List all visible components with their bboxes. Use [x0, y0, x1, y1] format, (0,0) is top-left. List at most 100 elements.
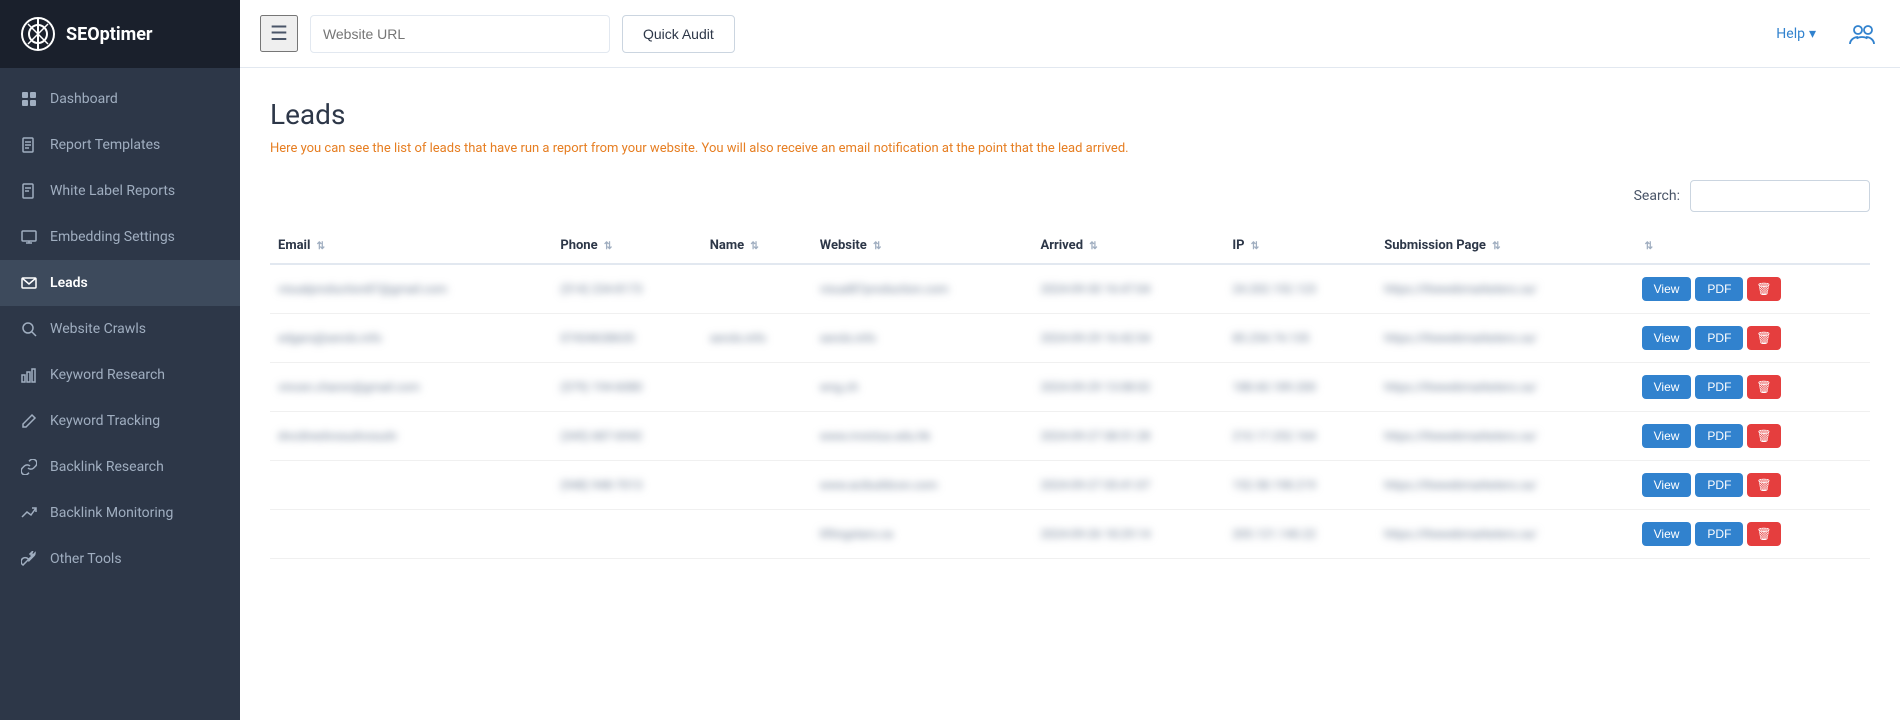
- pdf-button[interactable]: PDF: [1695, 522, 1743, 546]
- sidebar-item-embedding-settings[interactable]: Embedding Settings: [0, 214, 240, 260]
- table-row: dncdinedvosudvosudv(345) 687-6942www.mvi…: [270, 412, 1870, 461]
- cell-submission_page: https://thewebmarketers.ca/: [1376, 363, 1633, 412]
- col-ip[interactable]: IP ⇅: [1224, 228, 1376, 264]
- pdf-button[interactable]: PDF: [1695, 326, 1743, 350]
- sidebar-item-backlink-monitoring[interactable]: Backlink Monitoring: [0, 490, 240, 536]
- delete-button[interactable]: 🗑: [1747, 326, 1780, 350]
- sidebar-item-dashboard[interactable]: Dashboard: [0, 76, 240, 122]
- col-phone[interactable]: Phone ⇅: [552, 228, 701, 264]
- pdf-button[interactable]: PDF: [1695, 424, 1743, 448]
- url-input[interactable]: [310, 15, 610, 53]
- cell-website: visual87production.com: [812, 264, 1033, 314]
- delete-button[interactable]: 🗑: [1747, 424, 1780, 448]
- pdf-button[interactable]: PDF: [1695, 375, 1743, 399]
- sidebar-item-label: Report Templates: [50, 137, 160, 153]
- search-row: Search:: [270, 180, 1870, 212]
- cell-phone: (345) 687-6942: [552, 412, 701, 461]
- view-button[interactable]: View: [1642, 277, 1692, 301]
- grid-icon: [20, 90, 38, 108]
- sidebar-item-label: Website Crawls: [50, 321, 146, 337]
- sidebar-item-website-crawls[interactable]: Website Crawls: [0, 306, 240, 352]
- cell-actions: View PDF 🗑: [1634, 264, 1870, 314]
- monitor-icon: [20, 228, 38, 246]
- table-row: visualproduction87@gmail.com(514) 234-81…: [270, 264, 1870, 314]
- edit-icon: [20, 412, 38, 430]
- sidebar-item-backlink-research[interactable]: Backlink Research: [0, 444, 240, 490]
- cell-arrived: 2024-09-29 16:42:54: [1032, 314, 1224, 363]
- main-area: ☰ Quick Audit Help ▾ Leads Here you can …: [240, 0, 1900, 720]
- sort-icon-email: ⇅: [317, 241, 325, 252]
- view-button[interactable]: View: [1642, 473, 1692, 497]
- cell-ip: 24.202.152.123: [1224, 264, 1376, 314]
- leads-table: Email ⇅ Phone ⇅ Name ⇅ Website ⇅ Arrived…: [270, 228, 1870, 559]
- cell-name: serols.info: [702, 314, 812, 363]
- sidebar-logo: SEOptimer: [0, 0, 240, 68]
- cell-arrived: 2024-09-29 13:08:02: [1032, 363, 1224, 412]
- col-email[interactable]: Email ⇅: [270, 228, 552, 264]
- file-icon: [20, 182, 38, 200]
- sidebar-item-label: Embedding Settings: [50, 229, 175, 245]
- cell-arrived: 2024-09-26 18:29:14: [1032, 510, 1224, 559]
- search-icon: [20, 320, 38, 338]
- sidebar: SEOptimer Dashboard Report Templates Whi…: [0, 0, 240, 720]
- cell-website: liftingstars.ca: [812, 510, 1033, 559]
- cell-submission_page: https://thewebmarketers.ca/: [1376, 314, 1633, 363]
- sidebar-item-white-label-reports[interactable]: White Label Reports: [0, 168, 240, 214]
- cell-phone: [552, 510, 701, 559]
- delete-button[interactable]: 🗑: [1747, 522, 1780, 546]
- cell-website: www.acibuildcon.com: [812, 461, 1033, 510]
- cell-name: [702, 363, 812, 412]
- cell-email: [270, 510, 552, 559]
- bar-chart-icon: [20, 366, 38, 384]
- action-buttons: View PDF 🗑: [1642, 375, 1862, 399]
- sidebar-item-label: Backlink Monitoring: [50, 505, 173, 521]
- pdf-button[interactable]: PDF: [1695, 473, 1743, 497]
- search-input[interactable]: [1690, 180, 1870, 212]
- file-text-icon: [20, 136, 38, 154]
- cell-ip: 85.254.74.135: [1224, 314, 1376, 363]
- sidebar-item-report-templates[interactable]: Report Templates: [0, 122, 240, 168]
- seoptimer-logo-icon: [20, 16, 56, 52]
- cell-website: www.mvictus.edu.hk: [812, 412, 1033, 461]
- quick-audit-button[interactable]: Quick Audit: [622, 15, 735, 53]
- hamburger-button[interactable]: ☰: [260, 15, 298, 52]
- pdf-button[interactable]: PDF: [1695, 277, 1743, 301]
- view-button[interactable]: View: [1642, 375, 1692, 399]
- sidebar-item-keyword-tracking[interactable]: Keyword Tracking: [0, 398, 240, 444]
- help-button[interactable]: Help ▾: [1776, 26, 1816, 42]
- cell-phone: 07434638635: [552, 314, 701, 363]
- delete-button[interactable]: 🗑: [1747, 473, 1780, 497]
- cell-actions: View PDF 🗑: [1634, 461, 1870, 510]
- sidebar-item-label: Keyword Tracking: [50, 413, 160, 429]
- view-button[interactable]: View: [1642, 326, 1692, 350]
- action-buttons: View PDF 🗑: [1642, 473, 1862, 497]
- sort-icon-submission: ⇅: [1492, 241, 1500, 252]
- col-name[interactable]: Name ⇅: [702, 228, 812, 264]
- cell-submission_page: https://thewebmarketers.ca/: [1376, 412, 1633, 461]
- action-buttons: View PDF 🗑: [1642, 522, 1862, 546]
- view-button[interactable]: View: [1642, 424, 1692, 448]
- sort-icon-website: ⇅: [873, 241, 881, 252]
- sidebar-item-keyword-research[interactable]: Keyword Research: [0, 352, 240, 398]
- col-submission-page[interactable]: Submission Page ⇅: [1376, 228, 1633, 264]
- trending-up-icon: [20, 504, 38, 522]
- cell-name: [702, 510, 812, 559]
- cell-ip: 205.121.140.22: [1224, 510, 1376, 559]
- delete-button[interactable]: 🗑: [1747, 277, 1780, 301]
- action-buttons: View PDF 🗑: [1642, 277, 1862, 301]
- cell-arrived: 2024-09-27 05:41:07: [1032, 461, 1224, 510]
- cell-submission_page: https://thewebmarketers.ca/: [1376, 264, 1633, 314]
- sidebar-item-label: Other Tools: [50, 551, 122, 567]
- delete-button[interactable]: 🗑: [1747, 375, 1780, 399]
- tool-icon: [20, 550, 38, 568]
- sidebar-item-leads[interactable]: Leads: [0, 260, 240, 306]
- col-website[interactable]: Website ⇅: [812, 228, 1033, 264]
- cell-name: [702, 461, 812, 510]
- users-icon[interactable]: [1844, 16, 1880, 52]
- cell-email: visualproduction87@gmail.com: [270, 264, 552, 314]
- sidebar-item-other-tools[interactable]: Other Tools: [0, 536, 240, 582]
- sidebar-item-label: Keyword Research: [50, 367, 165, 383]
- col-arrived[interactable]: Arrived ⇅: [1032, 228, 1224, 264]
- page-description: Here you can see the list of leads that …: [270, 141, 1870, 156]
- view-button[interactable]: View: [1642, 522, 1692, 546]
